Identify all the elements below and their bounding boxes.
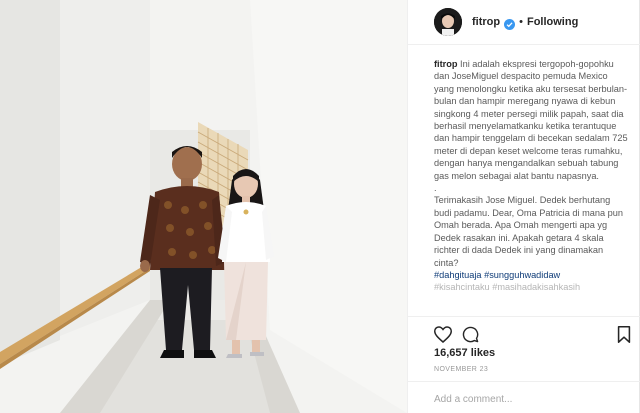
post-photo[interactable] xyxy=(0,0,407,413)
hashtag-link[interactable]: #dahgituaja xyxy=(434,270,482,280)
caption-hashtags: #dahgituaja #sungguhwadidaw xyxy=(434,269,630,281)
caption-paragraph-1: fitrop Ini adalah ekspresi tergopoh-gopo… xyxy=(434,58,630,182)
post-caption: fitrop Ini adalah ekspresi tergopoh-gopo… xyxy=(434,58,630,316)
caption-text-2: Terimakasih Jose Miguel. Dedek berhutang… xyxy=(434,195,623,268)
instagram-post: fitrop • Following fitrop Ini adalah eks… xyxy=(0,0,640,413)
comment-box xyxy=(408,381,640,413)
comment-icon[interactable] xyxy=(459,323,481,345)
caption-text-1: Ini adalah ekspresi tergopoh-gopohku dan… xyxy=(434,59,628,181)
following-button[interactable]: Following xyxy=(527,16,578,28)
header-username[interactable]: fitrop xyxy=(472,16,500,28)
heart-icon[interactable] xyxy=(432,323,454,345)
comment-input[interactable] xyxy=(434,391,630,407)
header-separator: • xyxy=(519,16,523,28)
post-side-panel: fitrop • Following fitrop Ini adalah eks… xyxy=(407,0,640,413)
hashtag-link[interactable]: #sungguhwadidaw xyxy=(484,270,560,280)
bookmark-icon[interactable] xyxy=(613,323,635,345)
caption-dot-line: . xyxy=(434,183,437,194)
avatar[interactable] xyxy=(434,8,462,36)
caption-username[interactable]: fitrop xyxy=(434,59,457,69)
post-header: fitrop • Following xyxy=(408,0,640,45)
caption-faded-line: #kisahcintaku #masihadakisahkasih xyxy=(434,282,581,293)
post-actions: 16,657 likes NOVEMBER 23 xyxy=(408,316,640,413)
post-date: NOVEMBER 23 xyxy=(434,366,489,373)
like-count[interactable]: 16,657 likes xyxy=(434,347,495,359)
verified-badge-icon xyxy=(504,17,516,30)
